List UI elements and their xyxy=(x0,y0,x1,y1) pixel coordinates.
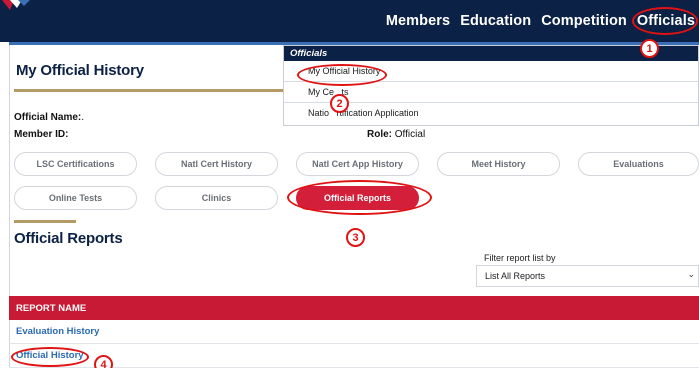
table-header-report-name: REPORT NAME xyxy=(9,296,699,320)
annotation-ring-official-reports-tab xyxy=(287,180,432,215)
nav-members[interactable]: Members xyxy=(386,13,450,29)
dropdown-header: Officials xyxy=(284,46,698,61)
annotation-badge-2: 2 xyxy=(330,94,349,113)
annotation-ring-my-official-history xyxy=(297,64,387,86)
section-underline xyxy=(14,220,76,223)
nav-competition[interactable]: Competition xyxy=(541,13,627,29)
annotation-badge-1: 1 xyxy=(640,39,659,58)
report-link-evaluation-history[interactable]: Evaluation History xyxy=(16,326,99,337)
member-id-row: Member ID: xyxy=(14,129,68,140)
official-name-label: Official Name: xyxy=(14,112,82,123)
tab-evaluations[interactable]: Evaluations xyxy=(578,152,699,176)
top-navigation-bar: Members Education Competition Officials xyxy=(0,0,699,42)
tab-natl-cert-history[interactable]: Natl Cert History xyxy=(155,152,278,176)
table-row: Evaluation History xyxy=(9,320,699,344)
tab-lsc-certifications[interactable]: LSC Certifications xyxy=(14,152,137,176)
annotation-ring-officials xyxy=(632,7,698,35)
filter-label: Filter report list by xyxy=(484,253,556,263)
chevron-down-icon: ⌄ xyxy=(687,269,695,279)
official-name-value: . xyxy=(81,112,85,123)
page-title: My Official History xyxy=(16,62,144,79)
member-id-label: Member ID: xyxy=(14,129,69,140)
nav-education[interactable]: Education xyxy=(460,13,531,29)
tab-natl-cert-app-history[interactable]: Natl Cert App History xyxy=(296,152,419,176)
tab-online-tests[interactable]: Online Tests xyxy=(14,186,137,210)
official-name-row: Official Name:. xyxy=(14,112,84,123)
annotation-ring-official-history-link xyxy=(11,347,89,367)
annotation-badge-4: 4 xyxy=(94,355,113,368)
role-value: Official xyxy=(394,129,426,140)
tab-meet-history[interactable]: Meet History xyxy=(437,152,560,176)
annotation-badge-3: 3 xyxy=(346,228,365,247)
tab-clinics[interactable]: Clinics xyxy=(155,186,278,210)
logo-icon xyxy=(2,0,30,10)
title-underline xyxy=(14,89,286,92)
role-row: Role: Official xyxy=(367,129,425,140)
filter-selected-value: List All Reports xyxy=(485,271,546,281)
report-filter-select[interactable]: List All Reports ⌄ xyxy=(476,265,699,287)
role-label: Role: xyxy=(367,129,392,140)
section-title: Official Reports xyxy=(14,230,123,247)
